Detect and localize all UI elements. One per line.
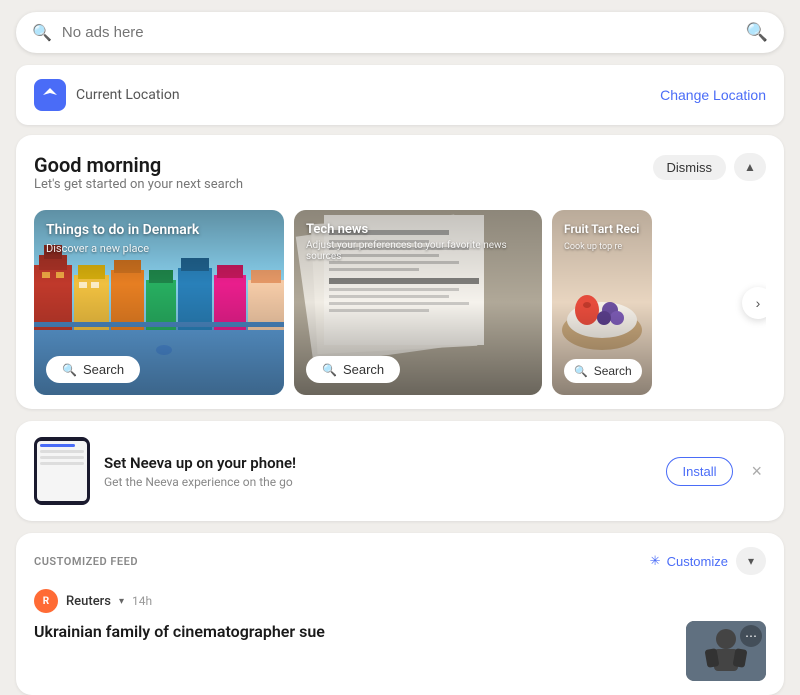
suggestion-card-fruit: Fruit Tart Reci Cook up top re 🔍 Search: [552, 210, 652, 395]
install-subtitle: Get the Neeva experience on the go: [104, 475, 652, 489]
card-search-label-tech: Search: [343, 362, 384, 377]
source-name: Reuters: [66, 594, 111, 609]
dismiss-button[interactable]: Dismiss: [653, 155, 727, 180]
feed-actions: ✳ Customize ▾: [650, 547, 766, 575]
card-subtitle-tech: Adjust your preferences to your favorite…: [306, 240, 530, 262]
feed-label: CUSTOMIZED FEED: [34, 555, 138, 568]
install-banner: Set Neeva up on your phone! Get the Neev…: [16, 421, 784, 521]
phone-screen: [37, 441, 87, 501]
next-arrow-button[interactable]: ›: [742, 287, 766, 319]
article-time: 14h: [132, 594, 152, 608]
phone-line: [40, 444, 75, 447]
next-arrow-icon: ›: [756, 295, 761, 311]
install-text: Set Neeva up on your phone! Get the Neev…: [104, 454, 652, 489]
phone-thumbnail: [34, 437, 90, 505]
article-more-button[interactable]: ⋯: [740, 625, 762, 647]
customize-label: Customize: [667, 554, 728, 569]
search-bar-container: 🔍 🔍: [0, 0, 800, 65]
customize-icon: ✳: [650, 553, 661, 569]
customize-button[interactable]: ✳ Customize: [650, 553, 728, 569]
search-icon-fruit: 🔍: [574, 365, 588, 378]
search-input[interactable]: [62, 24, 736, 41]
suggestion-card-denmark: Things to do in Denmark Discover a new p…: [34, 210, 284, 395]
card-title-tech: Tech news: [306, 222, 368, 237]
search-icon-left: 🔍: [32, 23, 52, 42]
card-search-button-denmark[interactable]: 🔍 Search: [46, 356, 140, 383]
morning-header: Good morning Let's get started on your n…: [34, 153, 766, 206]
card-title-denmark: Things to do in Denmark: [46, 222, 199, 238]
morning-actions: Dismiss ▲: [653, 153, 767, 181]
card-search-button-tech[interactable]: 🔍 Search: [306, 356, 400, 383]
card-search-label-fruit: Search: [594, 364, 632, 378]
collapse-button[interactable]: ▲: [734, 153, 766, 181]
morning-title-group: Good morning Let's get started on your n…: [34, 153, 243, 206]
card-subtitle-denmark: Discover a new place: [46, 242, 149, 255]
expand-feed-button[interactable]: ▾: [736, 547, 766, 575]
search-icon-right[interactable]: 🔍: [746, 22, 768, 43]
close-install-button[interactable]: ×: [747, 457, 766, 486]
article-meta: R Reuters ▾ 14h: [34, 589, 766, 613]
article-thumbnail: ⋯: [686, 621, 766, 681]
card-search-label-denmark: Search: [83, 362, 124, 377]
install-button[interactable]: Install: [666, 457, 734, 486]
location-bar: Current Location Change Location: [16, 65, 784, 125]
search-bar: 🔍 🔍: [16, 12, 784, 53]
search-icon-card: 🔍: [62, 363, 77, 377]
search-icon-tech: 🔍: [322, 363, 337, 377]
card-search-button-fruit[interactable]: 🔍 Search: [564, 359, 642, 383]
article-row: Ukrainian family of cinematographer sue …: [34, 621, 766, 681]
phone-line: [40, 450, 84, 453]
source-avatar: R: [34, 589, 58, 613]
change-location-button[interactable]: Change Location: [660, 87, 766, 103]
morning-title: Good morning: [34, 153, 243, 177]
article-title[interactable]: Ukrainian family of cinematographer sue: [34, 621, 672, 643]
feed-header: CUSTOMIZED FEED ✳ Customize ▾: [34, 547, 766, 575]
morning-subtitle: Let's get started on your next search: [34, 177, 243, 192]
expand-feed-icon: ▾: [748, 554, 754, 568]
feed-section: CUSTOMIZED FEED ✳ Customize ▾ R Reuters …: [16, 533, 784, 695]
collapse-icon: ▲: [744, 160, 756, 174]
suggestion-card-tech: Tech news Adjust your preferences to you…: [294, 210, 542, 395]
source-dropdown-icon[interactable]: ▾: [119, 596, 124, 607]
install-title: Set Neeva up on your phone!: [104, 454, 652, 472]
phone-line: [40, 462, 84, 465]
suggestion-cards-container: Things to do in Denmark Discover a new p…: [34, 210, 766, 395]
phone-line: [40, 456, 84, 459]
card-title-fruit: Fruit Tart Reci: [564, 222, 639, 236]
location-icon: [34, 79, 66, 111]
current-location-label: Current Location: [76, 87, 180, 103]
card-subtitle-fruit: Cook up top re: [564, 242, 622, 252]
location-left: Current Location: [34, 79, 180, 111]
morning-card: Good morning Let's get started on your n…: [16, 135, 784, 409]
